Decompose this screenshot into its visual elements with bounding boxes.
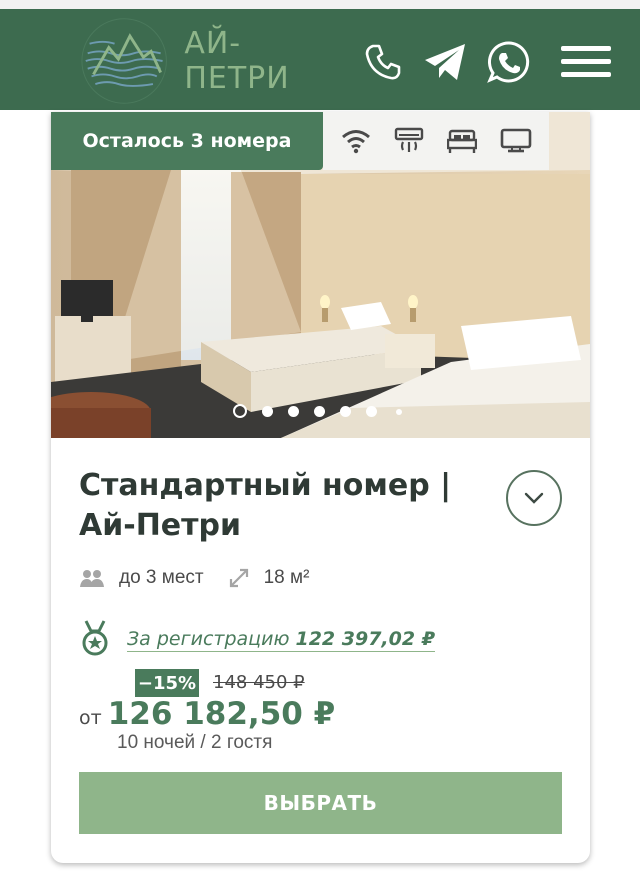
stay-info: 10 ночей / 2 гостя — [117, 732, 273, 753]
room-photo[interactable]: Осталось 3 номера — [51, 112, 590, 438]
gallery-dot[interactable] — [396, 409, 402, 415]
gallery-dot[interactable] — [233, 404, 247, 418]
logo-text: АЙ-ПЕТРИ — [184, 26, 290, 96]
room-card: Осталось 3 номера Стандартный номер | Ай… — [51, 112, 590, 863]
price-prefix: от — [79, 707, 102, 729]
current-price: 126 182,50 ₽ — [107, 696, 336, 732]
old-price: 148 450 ₽ — [213, 672, 305, 693]
registration-price-link[interactable]: За регистрацию 122 397,02 ₽ — [127, 628, 435, 652]
menu-icon[interactable] — [560, 39, 612, 85]
gallery-dot[interactable] — [314, 406, 325, 417]
site-header: АЙ-ПЕТРИ — [0, 0, 640, 110]
area-icon — [228, 567, 250, 589]
room-capacity: до 3 мест — [119, 567, 204, 588]
registration-offer: За регистрацию 122 397,02 ₽ — [79, 619, 435, 662]
tv-icon — [500, 128, 532, 154]
phone-icon[interactable] — [360, 39, 406, 85]
availability-badge: Осталось 3 номера — [51, 112, 323, 170]
bed-icon — [446, 128, 477, 154]
room-meta: до 3 мест 18 м² — [79, 565, 333, 591]
medal-icon — [79, 619, 111, 662]
logo[interactable]: АЙ-ПЕТРИ — [80, 15, 340, 107]
gallery-dot[interactable] — [366, 406, 377, 417]
logo-mountain-icon — [81, 18, 167, 104]
room-area: 18 м² — [263, 567, 310, 588]
room-title[interactable]: Стандартный номер | Ай-Петри — [79, 466, 499, 546]
amenities-bar — [323, 112, 549, 170]
telegram-icon[interactable] — [422, 39, 468, 85]
expand-details-button[interactable] — [506, 470, 562, 526]
guests-icon — [79, 568, 105, 588]
select-room-button[interactable]: ВЫБРАТЬ — [79, 772, 562, 834]
gallery-dot[interactable] — [262, 406, 273, 417]
discount-badge: −15% — [135, 669, 199, 697]
air-conditioner-icon — [394, 127, 424, 155]
gallery-dot[interactable] — [340, 406, 351, 417]
gallery-pagination — [51, 400, 402, 422]
chevron-down-icon — [524, 492, 544, 504]
wifi-icon — [341, 128, 371, 154]
gallery-dot[interactable] — [288, 406, 299, 417]
whatsapp-icon[interactable] — [486, 39, 532, 85]
